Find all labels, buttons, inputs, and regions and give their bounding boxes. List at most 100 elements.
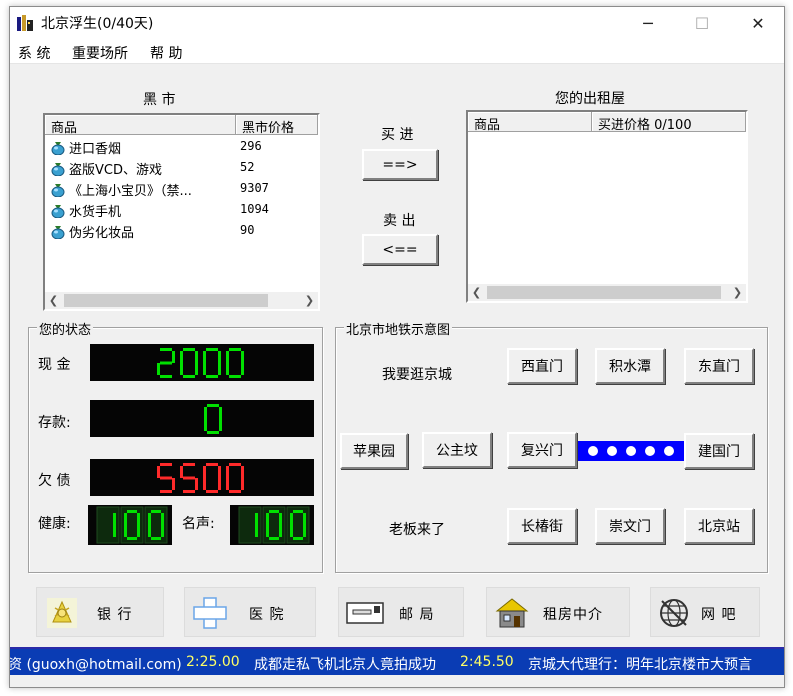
station-jianguomen-button[interactable]: 建国门 bbox=[684, 433, 754, 469]
subway-line-1 bbox=[578, 441, 684, 461]
money-bag-icon bbox=[51, 205, 65, 218]
horizontal-scrollbar[interactable]: ❮ ❯ bbox=[468, 284, 746, 301]
led-segment bbox=[226, 478, 229, 490]
subway-stop-dot bbox=[607, 446, 618, 456]
led-segment bbox=[157, 363, 160, 375]
item-name: 进口香烟 bbox=[69, 142, 122, 157]
led-digits bbox=[204, 404, 222, 434]
led-segment bbox=[204, 419, 207, 431]
horizontal-scrollbar[interactable]: ❮ ❯ bbox=[45, 292, 318, 309]
hospital-label: 医 院 bbox=[249, 607, 285, 623]
scroll-left-icon[interactable]: ❮ bbox=[45, 292, 62, 309]
led-segment bbox=[229, 348, 241, 351]
maximize-button[interactable]: ☐ bbox=[679, 7, 725, 40]
led-segment bbox=[195, 351, 198, 363]
list-item[interactable]: 盗版VCD、游戏 52 bbox=[47, 158, 317, 178]
list-item[interactable]: 伪劣化妆品 90 bbox=[47, 221, 317, 241]
led-segment bbox=[172, 478, 175, 490]
item-price: 52 bbox=[240, 160, 255, 174]
led-segment bbox=[203, 363, 206, 375]
bank-label: 银 行 bbox=[97, 607, 133, 623]
sell-label: 卖 出 bbox=[383, 213, 416, 229]
led-segment bbox=[148, 525, 151, 537]
bank-button[interactable]: 银 行 bbox=[36, 587, 164, 637]
led-segment bbox=[303, 513, 306, 525]
led-segment bbox=[113, 525, 116, 537]
led-segment bbox=[255, 513, 258, 525]
led-segment bbox=[290, 525, 293, 537]
led-segment bbox=[206, 375, 218, 378]
list-item[interactable]: 进口香烟 296 bbox=[47, 137, 317, 157]
column-header-buy-price[interactable]: 买进价格 0/100 bbox=[592, 112, 746, 132]
rental-agency-button[interactable]: 租房中介 bbox=[486, 587, 630, 637]
post-office-button[interactable]: 邮 局 bbox=[338, 587, 464, 637]
status-title: 您的状态 bbox=[37, 319, 94, 338]
internet-cafe-button[interactable]: 网 吧 bbox=[650, 587, 760, 637]
debt-display bbox=[90, 459, 314, 496]
menu-important-places[interactable]: 重要场所 bbox=[72, 43, 128, 63]
scrollbar-thumb[interactable] bbox=[487, 286, 721, 299]
column-header-black-price[interactable]: 黑市价格 bbox=[236, 115, 318, 135]
scroll-right-icon[interactable]: ❯ bbox=[729, 284, 746, 301]
led-segment bbox=[160, 375, 172, 378]
bank-icon bbox=[47, 598, 77, 628]
led-segment bbox=[183, 348, 195, 351]
led-segment bbox=[206, 348, 218, 351]
led-segment bbox=[229, 490, 241, 493]
station-fuxingmen-button[interactable]: 复兴门 bbox=[507, 432, 577, 468]
minimize-button[interactable]: ─ bbox=[625, 7, 671, 40]
list-item[interactable]: 水货手机 1094 bbox=[47, 200, 317, 220]
column-header-goods[interactable]: 商品 bbox=[45, 115, 236, 135]
led-digits bbox=[96, 506, 168, 544]
hospital-button[interactable]: 医 院 bbox=[184, 587, 316, 637]
station-beijingzhan-button[interactable]: 北京站 bbox=[684, 508, 754, 544]
scrollbar-thumb[interactable] bbox=[64, 294, 268, 307]
led-segment bbox=[241, 466, 244, 478]
column-header-goods[interactable]: 商品 bbox=[468, 112, 592, 132]
led-segment bbox=[229, 375, 241, 378]
station-pingguoyuan-button[interactable]: 苹果园 bbox=[340, 433, 408, 469]
black-market-list[interactable]: 商品 黑市价格 进口香烟 296 盗版VCD、游戏 52 《上海小宝贝》（禁..… bbox=[43, 113, 320, 311]
station-chongwenmen-button[interactable]: 崇文门 bbox=[595, 508, 665, 544]
money-bag-icon bbox=[51, 184, 65, 197]
station-dongzhimen-button[interactable]: 东直门 bbox=[684, 348, 754, 384]
led-digits bbox=[157, 463, 244, 493]
led-segment bbox=[219, 407, 222, 419]
led-segment bbox=[266, 513, 269, 525]
rental-title: 您的出租屋 bbox=[555, 91, 625, 107]
subway-stop-dot bbox=[644, 446, 655, 456]
title-bar[interactable]: 北京浮生(0/40天) ─ ☐ ✕ bbox=[10, 7, 784, 40]
led-segment bbox=[195, 478, 198, 490]
menu-system[interactable]: 系 统 bbox=[18, 43, 50, 63]
menu-help[interactable]: 帮 助 bbox=[150, 43, 182, 63]
post-office-icon bbox=[346, 602, 384, 624]
health-label: 健康: bbox=[38, 516, 71, 532]
ticker-time-2: 2:45.50 bbox=[460, 654, 514, 670]
led-segment bbox=[160, 361, 172, 365]
scroll-left-icon[interactable]: ❮ bbox=[468, 284, 485, 301]
led-digits bbox=[157, 348, 244, 378]
led-segment bbox=[183, 375, 195, 378]
rental-list[interactable]: 商品 买进价格 0/100 ❮ ❯ bbox=[466, 110, 748, 303]
money-bag-icon bbox=[51, 163, 65, 176]
list-item[interactable]: 《上海小宝贝》（禁... 9307 bbox=[47, 179, 317, 199]
station-changchunjie-button[interactable]: 长椿街 bbox=[507, 508, 577, 544]
station-jishuitan-button[interactable]: 积水潭 bbox=[595, 348, 665, 384]
sell-button[interactable]: <== bbox=[362, 234, 438, 265]
led-segment bbox=[269, 510, 279, 513]
scroll-right-icon[interactable]: ❯ bbox=[301, 292, 318, 309]
station-gongzhufen-button[interactable]: 公主坟 bbox=[422, 432, 492, 468]
ticker-text-3: 京城大代理行：明年北京楼市大预言 bbox=[528, 657, 752, 673]
buy-button[interactable]: ==> bbox=[362, 149, 438, 180]
led-segment bbox=[241, 478, 244, 490]
station-xizhimen-button[interactable]: 西直门 bbox=[507, 348, 577, 384]
led-segment bbox=[218, 363, 221, 375]
led-segment bbox=[203, 478, 206, 490]
led-segment bbox=[124, 513, 127, 525]
game-window: 北京浮生(0/40天) ─ ☐ ✕ 系 统 重要场所 帮 助 黑 市 商品 黑市… bbox=[9, 6, 785, 688]
led-segment bbox=[180, 466, 183, 478]
led-segment bbox=[229, 463, 241, 466]
item-name: 《上海小宝贝》（禁... bbox=[69, 184, 192, 199]
close-button[interactable]: ✕ bbox=[735, 7, 781, 40]
led-segment bbox=[160, 348, 172, 351]
